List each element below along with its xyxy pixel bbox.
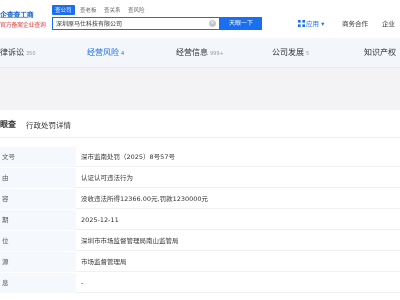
row-value: 深圳市市场监督管理局南山监管局 xyxy=(81,237,179,245)
search-button[interactable]: 天眼一下 xyxy=(220,17,262,30)
row-value: 没收违法所得12366.00元,罚款1230000元 xyxy=(81,195,209,203)
table-row: 位 深圳市市场监督管理局南山监管局 xyxy=(0,231,400,251)
search-tab-relation[interactable]: 查关系 xyxy=(104,6,121,14)
table-row: 容 没收违法所得12366.00元,罚款1230000元 xyxy=(0,189,400,209)
app-menu-button[interactable]: 应用 ▾ xyxy=(298,18,324,28)
tab-count: 4 xyxy=(121,51,125,57)
top-header: 企查查工商 官方备案企业查询 查公司 查老板 查关系 查风险 × 天眼一下 应用… xyxy=(0,0,400,38)
tab-count: 350 xyxy=(26,51,36,57)
business-cooperation-link[interactable]: 商务合作 xyxy=(342,18,368,28)
tab-company-development[interactable]: 公司发展 5 xyxy=(272,47,309,58)
tab-label: 知识产权 xyxy=(364,48,396,57)
row-value: 认证认可违法行为 xyxy=(81,174,133,182)
table-row: 源 市场监督管理局 xyxy=(0,252,400,272)
tab-label: 公司发展 xyxy=(272,48,304,57)
search-tab-boss[interactable]: 查老板 xyxy=(80,6,97,14)
tab-label: 经营信息 xyxy=(176,48,208,57)
row-label: 容 xyxy=(0,189,76,209)
app-menu-label: 应用 xyxy=(306,20,319,28)
row-value: 市场监督管理局 xyxy=(81,258,127,266)
row-label: 期 xyxy=(0,210,76,230)
tab-label: 经营风险 xyxy=(87,48,119,57)
table-row: 文号 深市监南处罚（2025）8号57号 xyxy=(0,147,400,167)
enterprise-link[interactable]: 企业 xyxy=(382,18,395,28)
page-backdrop xyxy=(0,68,400,110)
tab-count: 999+ xyxy=(210,51,224,57)
search-box: × xyxy=(52,17,220,30)
tab-label: 律诉讼 xyxy=(0,48,24,57)
panel-title: 行政处罚详情 xyxy=(26,121,71,130)
logo[interactable]: 企查查工商 官方备案企业查询 xyxy=(0,10,46,29)
tab-legal-litigation[interactable]: 律诉讼 350 xyxy=(0,47,36,58)
row-label: 由 xyxy=(0,168,76,188)
penalty-detail-panel: 眼查 行政处罚详情 文号 深市监南处罚（2025）8号57号 由 认证认可违法行… xyxy=(0,110,400,300)
search-input[interactable] xyxy=(56,19,206,28)
category-tabs: 律诉讼 350 经营风险 4 经营信息 999+ 公司发展 5 知识产权 xyxy=(0,38,400,68)
grid-icon xyxy=(298,20,305,27)
logo-line-2: 官方备案企业查询 xyxy=(0,22,46,29)
row-value: - xyxy=(81,279,84,287)
row-value: 2025-12-11 xyxy=(81,216,119,224)
tab-business-info[interactable]: 经营信息 999+ xyxy=(176,47,224,58)
row-label: 位 xyxy=(0,231,76,251)
table-row: 由 认证认可违法行为 xyxy=(0,168,400,188)
search-tab-risk[interactable]: 查风险 xyxy=(128,6,145,14)
row-label: 文号 xyxy=(0,147,76,167)
tab-intellectual-property[interactable]: 知识产权 xyxy=(364,47,396,58)
table-row: 期 2025-12-11 xyxy=(0,210,400,230)
tab-count: 5 xyxy=(306,51,310,57)
row-value: 深市监南处罚（2025）8号57号 xyxy=(81,153,175,161)
row-label: 息 xyxy=(0,273,76,293)
tab-business-risk[interactable]: 经营风险 4 xyxy=(87,47,124,58)
table-row: 息 - xyxy=(0,273,400,293)
search-tab-company[interactable]: 查公司 xyxy=(52,5,75,15)
logo-line-1: 企查查工商 xyxy=(0,11,34,19)
chevron-down-icon: ▾ xyxy=(319,20,325,28)
clear-icon[interactable]: × xyxy=(209,20,216,27)
row-label: 源 xyxy=(0,252,76,272)
brand-logo-text: 眼查 xyxy=(0,120,16,129)
panel-header: 眼查 行政处罚详情 xyxy=(0,110,400,138)
